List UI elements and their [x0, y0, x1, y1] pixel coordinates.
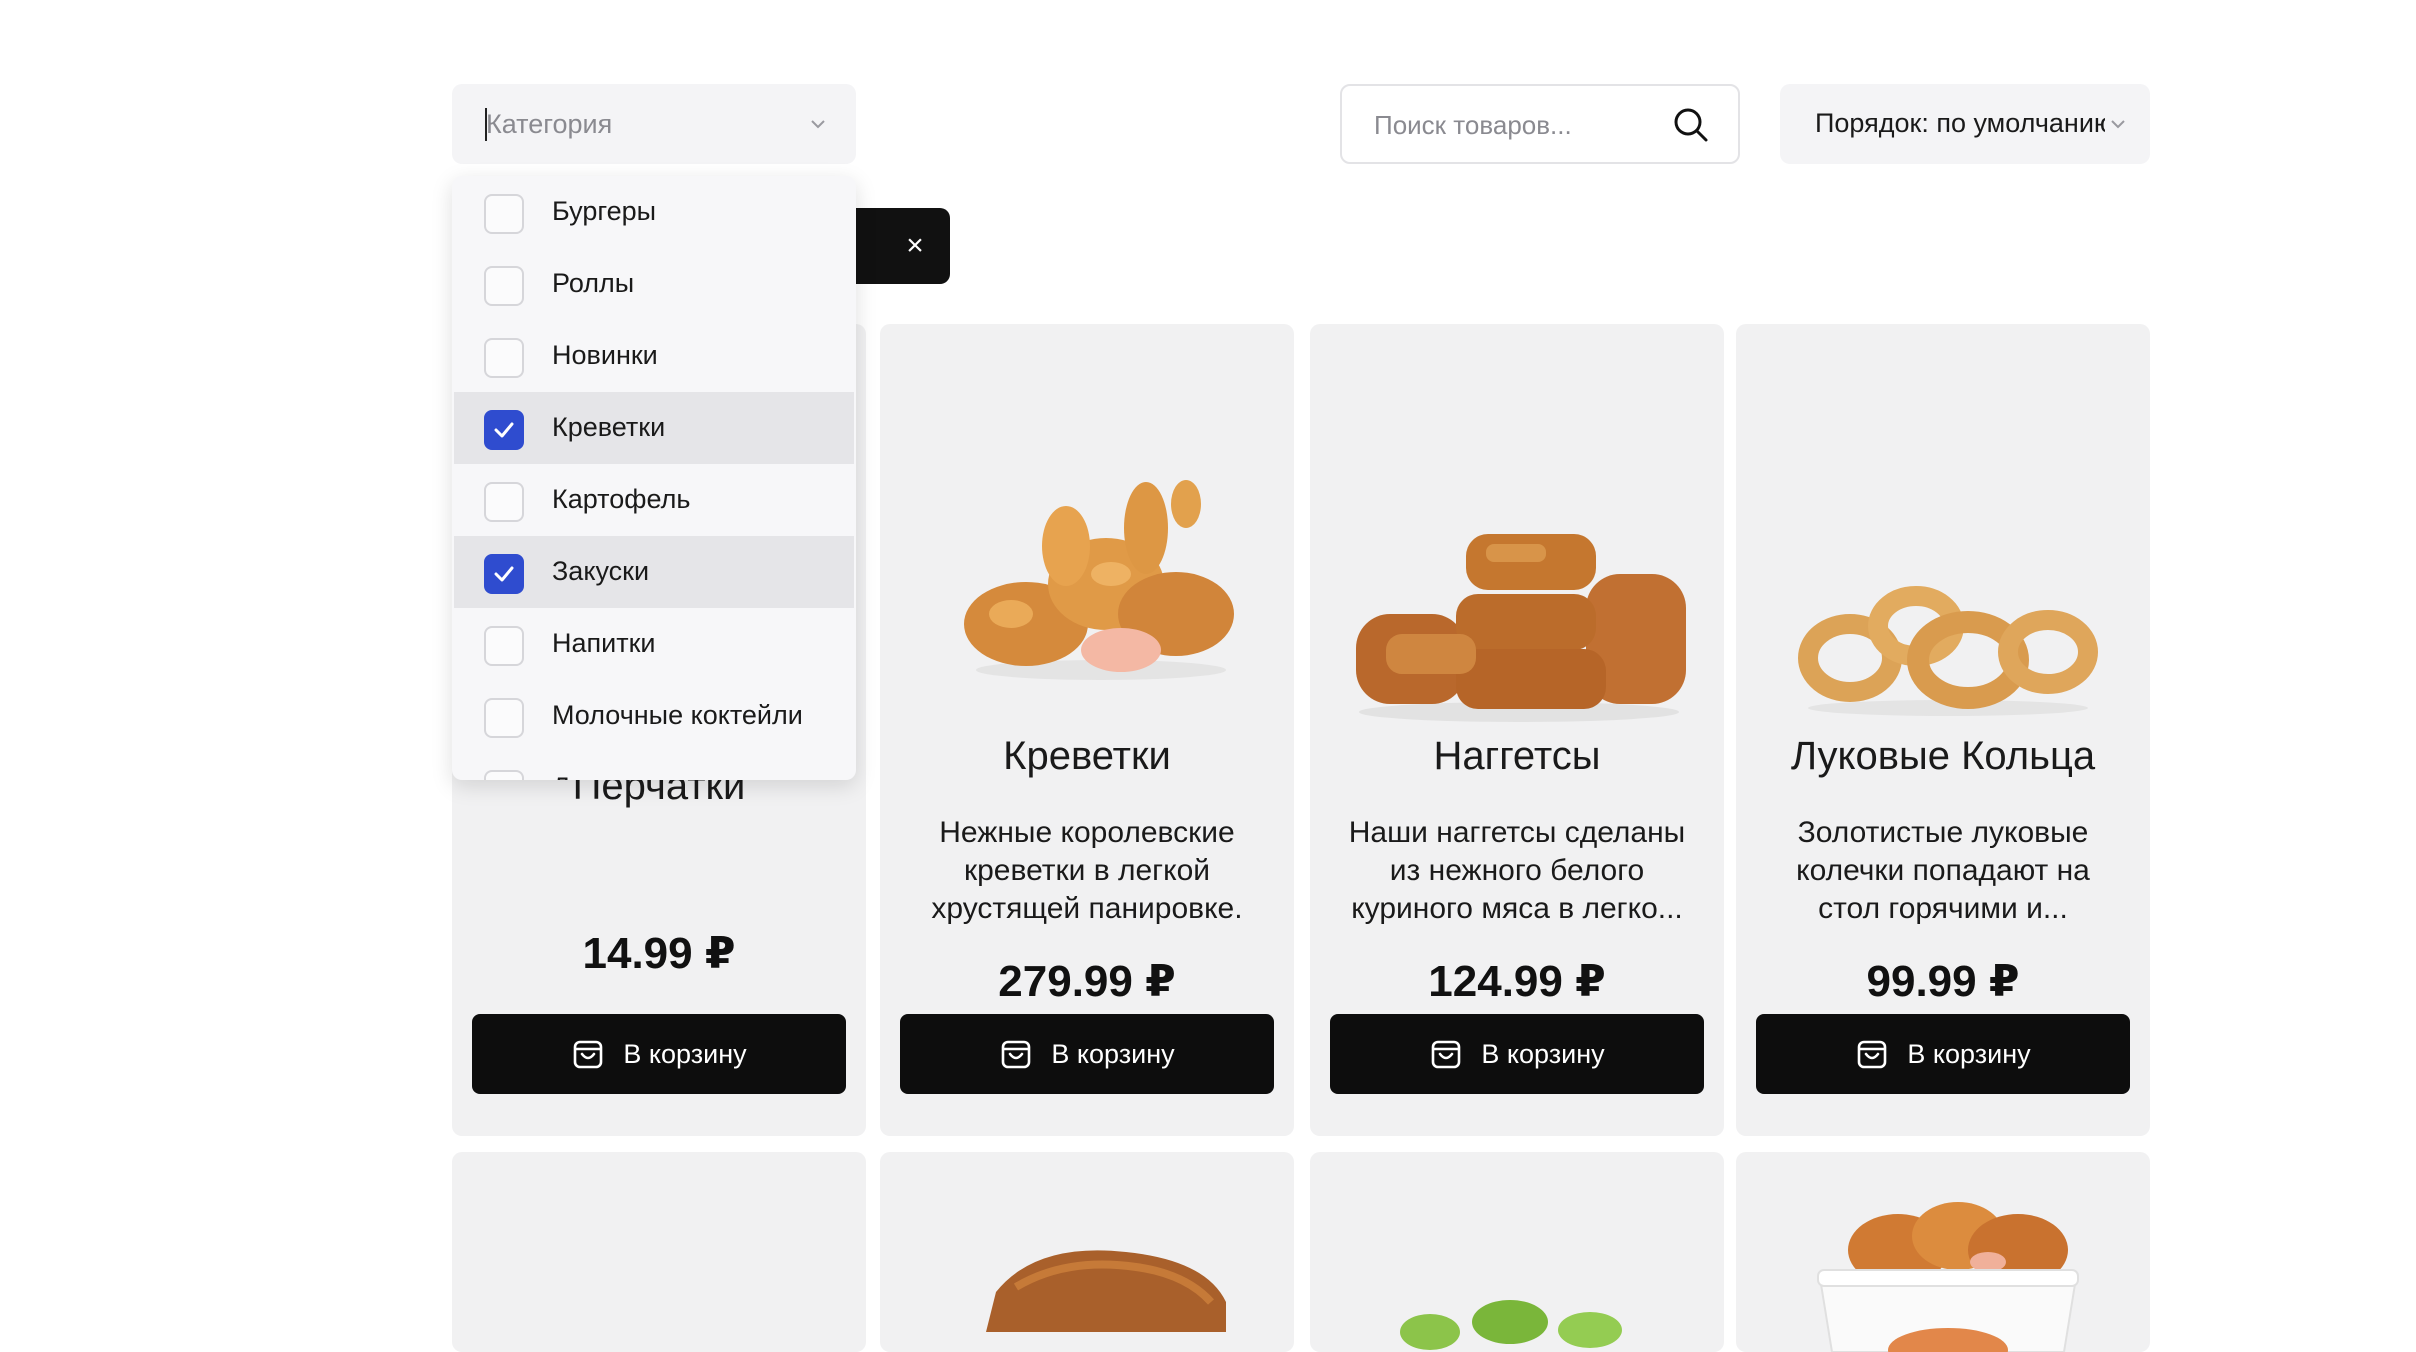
chevron-down-icon [811, 120, 825, 129]
search-icon[interactable] [1672, 106, 1710, 144]
category-option-label: Новинки [552, 340, 658, 370]
category-checkbox[interactable] [484, 698, 524, 738]
cart-bag-icon [574, 1040, 603, 1069]
category-option-label: Бургеры [552, 196, 657, 226]
category-option[interactable]: Молочные коктейли [454, 680, 854, 752]
category-option-label: Закуски [552, 556, 650, 586]
product-card [880, 1152, 1294, 1352]
product-card: Креветки Нежные королевские креветки в л… [880, 324, 1294, 1136]
product-price: 14.99 ₽ [582, 929, 736, 978]
category-option[interactable]: Бургеры [454, 176, 854, 248]
add-to-cart-button[interactable]: В корзину [900, 1014, 1274, 1094]
product-price: 99.99 ₽ [1866, 957, 2020, 1006]
salad-image [1400, 1300, 1622, 1350]
category-option[interactable]: Десерты [454, 752, 854, 780]
category-checkbox[interactable] [484, 266, 524, 306]
category-option-label: Напитки [552, 628, 656, 658]
category-option[interactable]: Напитки [454, 608, 854, 680]
search-box [1340, 84, 1740, 164]
product-description: Нежные королевские креветки в легкой хру… [931, 816, 1243, 925]
add-to-cart-button[interactable]: В корзину [472, 1014, 846, 1094]
cart-bag-icon [1002, 1040, 1031, 1069]
product-title: Креветки [1003, 734, 1171, 778]
button-label: В корзину [1907, 1038, 2031, 1069]
category-option[interactable]: Креветки [454, 392, 854, 464]
category-placeholder: Категория [486, 108, 613, 139]
product-price: 279.99 ₽ [998, 957, 1176, 1006]
category-checkbox[interactable] [484, 770, 524, 780]
product-card [1310, 1152, 1724, 1352]
category-option[interactable]: Роллы [454, 248, 854, 320]
product-card [452, 1152, 866, 1352]
button-label: В корзину [1481, 1038, 1605, 1069]
add-to-cart-button[interactable]: В корзину [1756, 1014, 2130, 1094]
cart-bag-icon [1858, 1040, 1887, 1069]
product-description: Наши наггетсы сделаны из нежного белого … [1348, 816, 1686, 925]
category-select[interactable]: Категория [452, 84, 856, 164]
category-option-label: Картофель [552, 484, 691, 514]
add-to-cart-button[interactable]: В корзину [1330, 1014, 1704, 1094]
product-card [1736, 1152, 2150, 1352]
category-option[interactable]: Новинки [454, 320, 854, 392]
category-checkbox[interactable] [484, 626, 524, 666]
product-card: Луковые Кольца Золотистые луковые колечк… [1736, 324, 2150, 1136]
chicken-strips-image [986, 1250, 1226, 1332]
category-option[interactable]: Картофель [454, 464, 854, 536]
product-title: Луковые Кольца [1790, 734, 2096, 778]
button-label: В корзину [623, 1038, 747, 1069]
product-description: Золотистые луковые колечки попадают на с… [1796, 816, 2090, 925]
category-option-label: Роллы [552, 268, 635, 298]
category-checkbox[interactable] [484, 338, 524, 378]
shrimp-image [964, 480, 1234, 680]
category-checkbox[interactable] [484, 554, 524, 594]
category-checkbox[interactable] [484, 482, 524, 522]
sort-label: Порядок: по умолчанию [1815, 108, 2105, 138]
clear-filter-button[interactable]: × [840, 208, 950, 284]
product-price: 124.99 ₽ [1428, 957, 1606, 1006]
checkmark-icon [494, 566, 514, 582]
category-option-label: Креветки [552, 412, 666, 442]
close-icon: × [906, 229, 924, 262]
search-input[interactable] [1372, 104, 1656, 146]
category-option-label: Молочные коктейли [552, 700, 803, 730]
product-title: Наггетсы [1433, 734, 1601, 778]
checkmark-icon [494, 422, 514, 438]
nuggets-image [1356, 534, 1686, 722]
sort-select[interactable]: Порядок: по умолчанию [1780, 84, 2150, 164]
chevron-down-icon [2111, 120, 2125, 129]
category-option[interactable]: Закуски [454, 536, 854, 608]
button-label: В корзину [1051, 1038, 1175, 1069]
category-checkbox[interactable] [484, 410, 524, 450]
onion-rings-image [1798, 586, 2098, 716]
category-option-label: Десерты [552, 772, 660, 780]
text-caret [485, 108, 487, 141]
product-card: Наггетсы Наши наггетсы сделаны из нежног… [1310, 324, 1724, 1136]
chicken-bucket-image [1817, 1202, 2079, 1352]
category-checkbox[interactable] [484, 194, 524, 234]
cart-bag-icon [1432, 1040, 1461, 1069]
